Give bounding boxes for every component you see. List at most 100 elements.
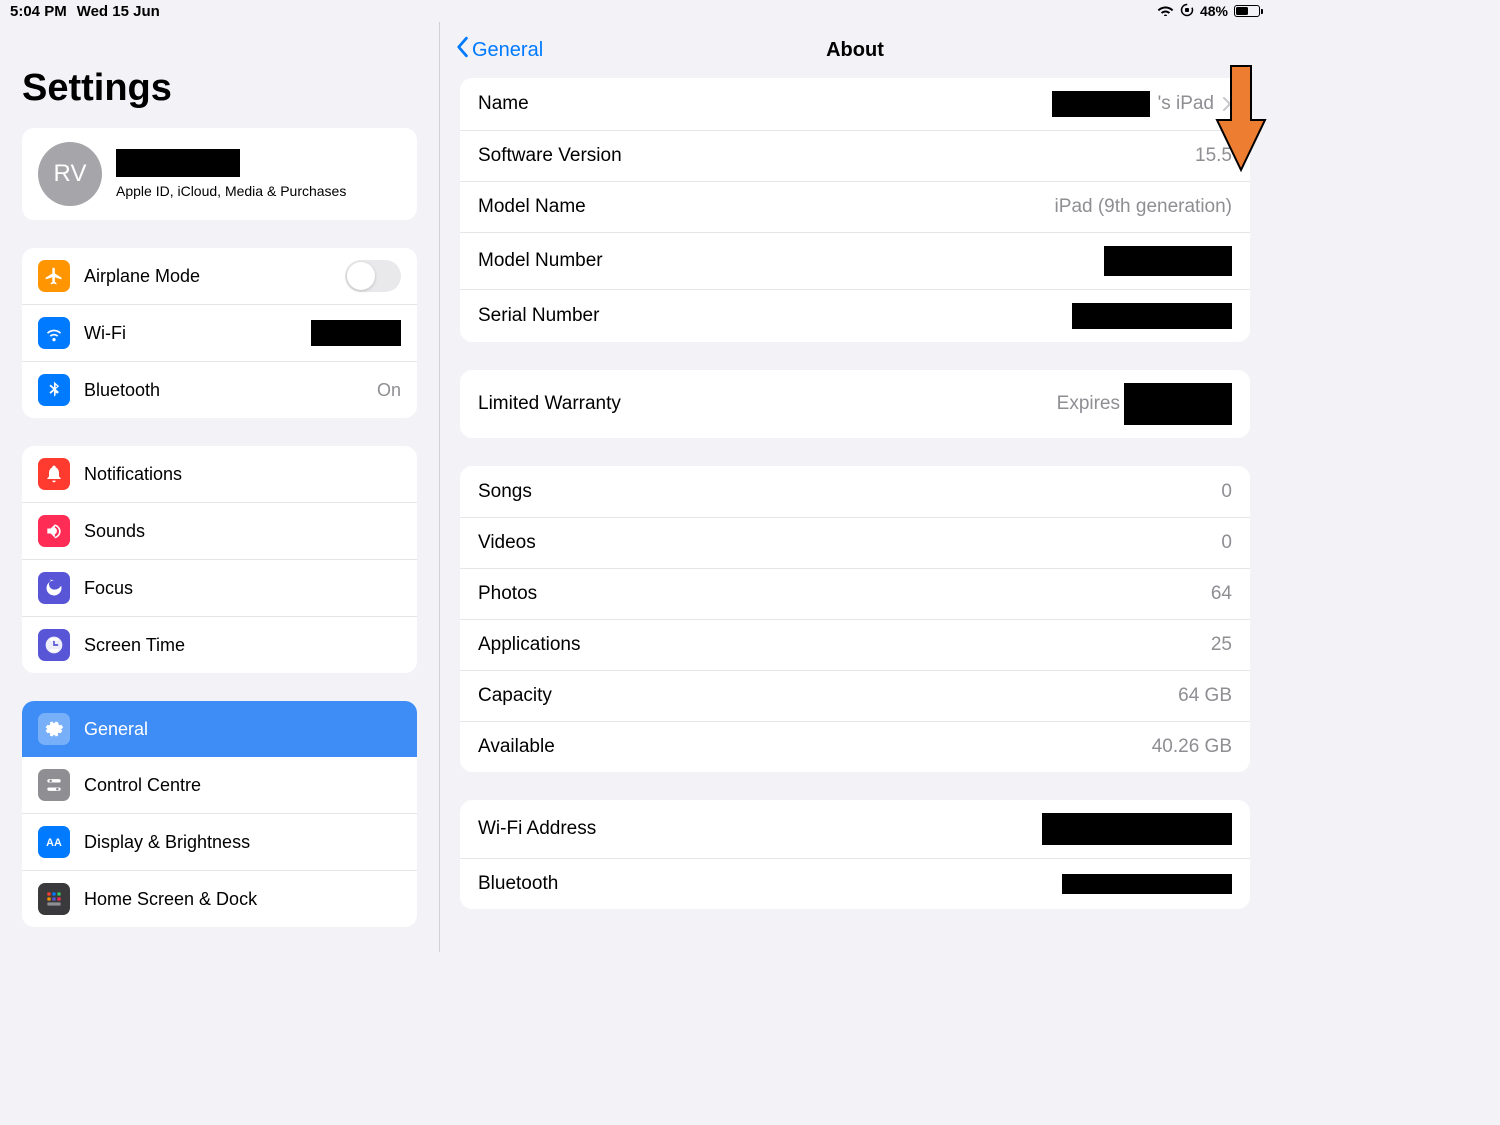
about-row-available: Available 40.26 GB	[460, 721, 1250, 772]
status-date: Wed 15 Jun	[77, 3, 160, 20]
label: Wi-Fi Address	[478, 818, 1042, 840]
label: Model Number	[478, 250, 1104, 272]
value: 25	[1211, 634, 1232, 656]
battery-percent: 48%	[1200, 3, 1228, 19]
row-label: Control Centre	[84, 775, 401, 796]
home-screen-icon	[38, 883, 70, 915]
wifi-icon	[1157, 3, 1174, 20]
sidebar-item-sounds[interactable]: Sounds	[22, 502, 417, 559]
back-button[interactable]: General	[454, 36, 543, 64]
focus-icon	[38, 572, 70, 604]
about-row-songs: Songs 0	[460, 466, 1250, 517]
sidebar-item-general[interactable]: General	[22, 701, 417, 757]
about-row-software-version: Software Version 15.5	[460, 130, 1250, 181]
label: Songs	[478, 481, 1221, 503]
serial-number-redacted	[1072, 303, 1232, 329]
about-row-model-name: Model Name iPad (9th generation)	[460, 181, 1250, 232]
label: Software Version	[478, 145, 1195, 167]
label: Model Name	[478, 196, 1055, 218]
row-label: Focus	[84, 578, 401, 599]
about-row-videos: Videos 0	[460, 517, 1250, 568]
model-number-redacted	[1104, 246, 1232, 276]
label: Name	[478, 93, 1052, 115]
value: 64 GB	[1178, 685, 1232, 707]
about-row-wifi-address: Wi-Fi Address	[460, 800, 1250, 858]
label: Bluetooth	[478, 873, 1062, 895]
label: Photos	[478, 583, 1211, 605]
about-row-limited-warranty[interactable]: Limited Warranty Expires	[460, 370, 1250, 438]
wifi-settings-icon	[38, 317, 70, 349]
label: Videos	[478, 532, 1221, 554]
airplane-toggle[interactable]	[345, 260, 401, 292]
row-label: Notifications	[84, 464, 401, 485]
profile-subtitle: Apple ID, iCloud, Media & Purchases	[116, 183, 401, 199]
name-suffix: 's iPad	[1158, 93, 1214, 115]
row-label: Sounds	[84, 521, 401, 542]
label: Applications	[478, 634, 1211, 656]
detail-pane: General About Name 's iPad Software Vers…	[440, 22, 1270, 952]
back-label: General	[472, 39, 543, 62]
about-row-bluetooth-address: Bluetooth	[460, 858, 1250, 909]
sidebar-item-home-screen-dock[interactable]: Home Screen & Dock	[22, 870, 417, 927]
value: 40.26 GB	[1152, 736, 1232, 758]
gear-icon	[38, 713, 70, 745]
status-bar: 5:04 PM Wed 15 Jun 48%	[0, 0, 1270, 22]
settings-sidebar: Settings RV Apple ID, iCloud, Media & Pu…	[0, 22, 440, 952]
value: 0	[1221, 532, 1232, 554]
status-time: 5:04 PM	[10, 3, 67, 20]
about-row-applications: Applications 25	[460, 619, 1250, 670]
row-label: Wi-Fi	[84, 323, 311, 344]
chevron-right-icon	[1222, 96, 1232, 112]
value: 15.5	[1195, 145, 1232, 167]
sidebar-item-wifi[interactable]: Wi-Fi	[22, 304, 417, 361]
about-row-name[interactable]: Name 's iPad	[460, 78, 1250, 130]
value: iPad (9th generation)	[1055, 196, 1232, 218]
label: Limited Warranty	[478, 393, 1057, 415]
screen-time-icon	[38, 629, 70, 661]
row-label: Screen Time	[84, 635, 401, 656]
sidebar-item-control-centre[interactable]: Control Centre	[22, 757, 417, 813]
row-label: Display & Brightness	[84, 832, 401, 853]
warranty-date-redacted	[1124, 383, 1232, 425]
warranty-prefix: Expires	[1057, 393, 1120, 415]
label: Serial Number	[478, 305, 1072, 327]
bluetooth-address-redacted	[1062, 874, 1232, 894]
row-label: Bluetooth	[84, 380, 377, 401]
display-icon: AA	[38, 826, 70, 858]
about-row-model-number: Model Number	[460, 232, 1250, 289]
control-centre-icon	[38, 769, 70, 801]
row-label: General	[84, 719, 401, 740]
page-title: Settings	[22, 67, 417, 110]
battery-icon	[1234, 5, 1260, 17]
orientation-lock-icon	[1180, 3, 1194, 20]
about-row-photos: Photos 64	[460, 568, 1250, 619]
bluetooth-icon	[38, 374, 70, 406]
about-row-capacity: Capacity 64 GB	[460, 670, 1250, 721]
wifi-value-redacted	[311, 320, 401, 346]
about-row-serial-number: Serial Number	[460, 289, 1250, 342]
row-label: Airplane Mode	[84, 266, 345, 287]
label: Capacity	[478, 685, 1178, 707]
avatar: RV	[38, 142, 102, 206]
profile-name-redacted	[116, 149, 240, 177]
name-redacted	[1052, 91, 1150, 117]
airplane-icon	[38, 260, 70, 292]
value: 64	[1211, 583, 1232, 605]
sidebar-item-display-brightness[interactable]: AA Display & Brightness	[22, 813, 417, 870]
row-label: Home Screen & Dock	[84, 889, 401, 910]
svg-text:AA: AA	[46, 837, 62, 849]
sidebar-item-airplane-mode[interactable]: Airplane Mode	[22, 248, 417, 304]
detail-title: About	[826, 39, 884, 62]
label: Available	[478, 736, 1152, 758]
sounds-icon	[38, 515, 70, 547]
sidebar-item-focus[interactable]: Focus	[22, 559, 417, 616]
sidebar-item-notifications[interactable]: Notifications	[22, 446, 417, 502]
sidebar-item-screen-time[interactable]: Screen Time	[22, 616, 417, 673]
wifi-address-redacted	[1042, 813, 1232, 845]
sidebar-item-bluetooth[interactable]: Bluetooth On	[22, 361, 417, 418]
notifications-icon	[38, 458, 70, 490]
profile-card[interactable]: RV Apple ID, iCloud, Media & Purchases	[22, 128, 417, 220]
chevron-left-icon	[454, 36, 470, 64]
bluetooth-value: On	[377, 380, 401, 401]
value: 0	[1221, 481, 1232, 503]
